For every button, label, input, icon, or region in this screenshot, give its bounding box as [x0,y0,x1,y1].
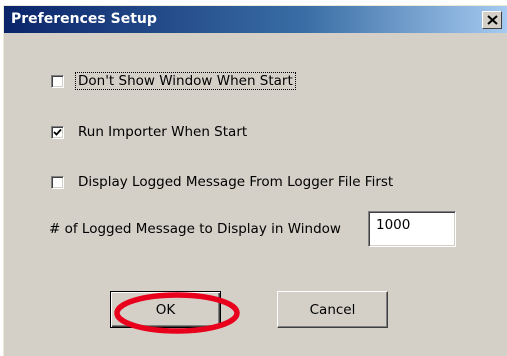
message-count-input[interactable]: 1000 [368,211,456,247]
ok-button[interactable]: OK [110,291,221,328]
preferences-dialog: Preferences Setup Don't Show Window When… [3,5,507,356]
checkmark-icon [53,128,62,136]
display-logged-first-label[interactable]: Display Logged Message From Logger File … [76,174,395,190]
close-icon [487,15,498,25]
cancel-button[interactable]: Cancel [277,291,388,328]
option-run-importer[interactable]: Run Importer When Start [51,122,249,142]
option-dont-show-window[interactable]: Don't Show Window When Start [51,71,296,91]
dont-show-window-label[interactable]: Don't Show Window When Start [75,72,296,90]
run-importer-checkbox[interactable] [51,125,64,139]
dialog-title: Preferences Setup [11,11,157,27]
dont-show-window-checkbox[interactable] [51,74,64,88]
option-display-logged-first[interactable]: Display Logged Message From Logger File … [51,172,395,192]
display-logged-first-checkbox[interactable] [51,175,64,189]
title-bar[interactable]: Preferences Setup [4,6,507,33]
close-button[interactable] [482,11,502,29]
run-importer-label[interactable]: Run Importer When Start [76,124,249,140]
message-count-label: # of Logged Message to Display in Window [49,221,341,237]
